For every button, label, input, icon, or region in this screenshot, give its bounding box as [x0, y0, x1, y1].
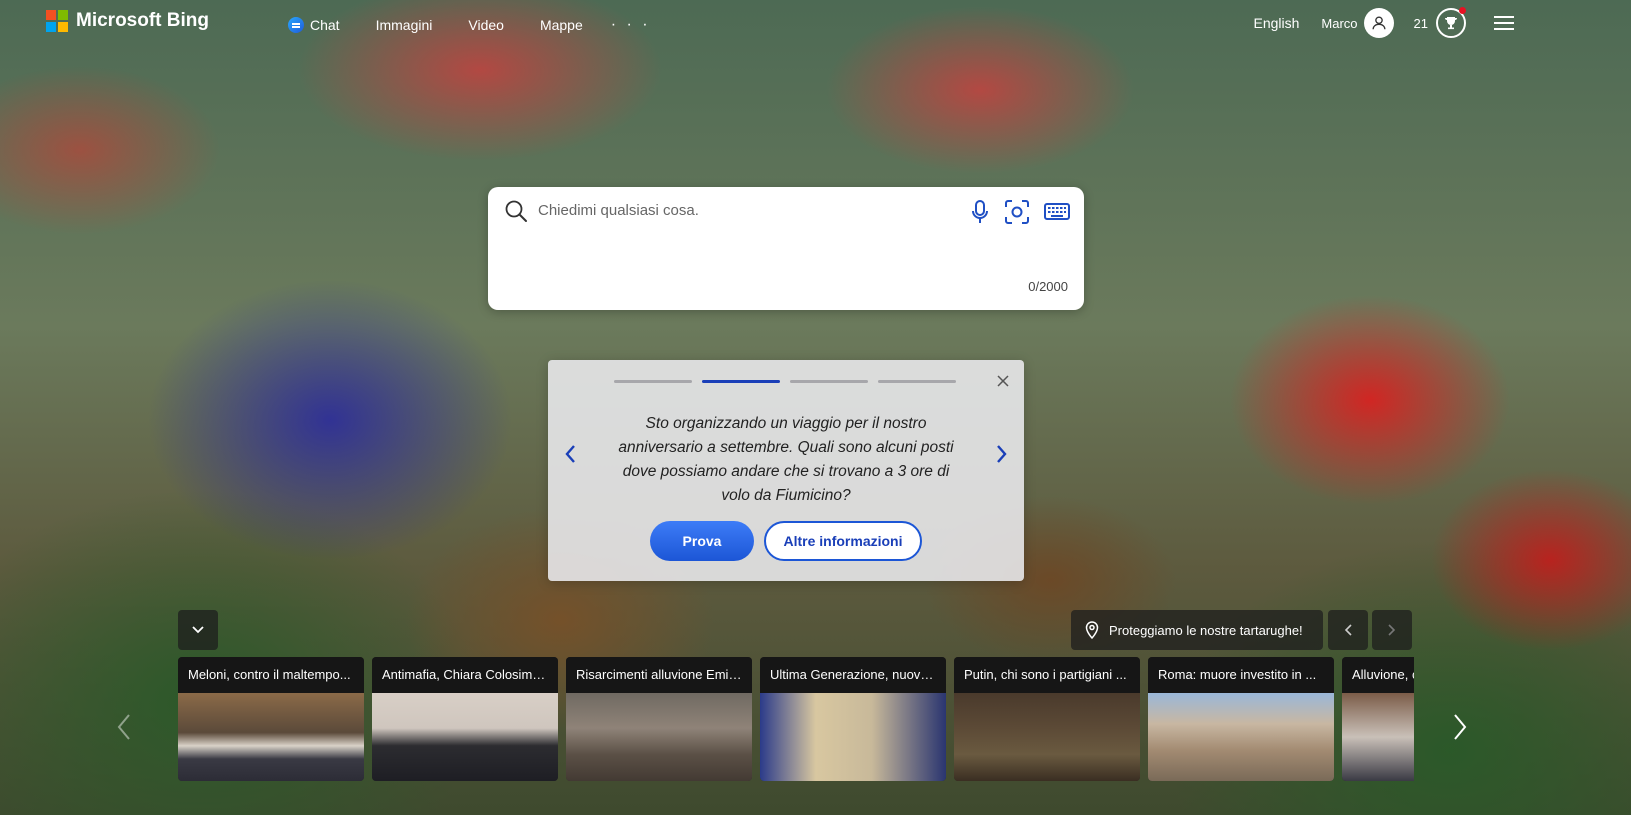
suggestion-card: Sto organizzando un viaggio per il nostr…	[548, 360, 1024, 581]
news-card[interactable]: Putin, chi sono i partigiani ...	[954, 657, 1140, 781]
nav-item-chat[interactable]: Chat	[270, 13, 358, 37]
search-box: 0/2000	[488, 187, 1084, 310]
nav-item-images[interactable]: Immagini	[358, 13, 451, 37]
news-title: Putin, chi sono i partigiani ...	[954, 657, 1140, 693]
image-info-label: Proteggiamo le nostre tartarughe!	[1109, 622, 1303, 638]
news-card[interactable]: Risarcimenti alluvione Emili...	[566, 657, 752, 781]
search-icon	[505, 200, 527, 222]
nav-item-label: Chat	[310, 17, 340, 33]
learn-more-button[interactable]: Altre informazioni	[764, 521, 922, 561]
header-right: English Marco 21	[1253, 7, 1631, 38]
collapse-news-button[interactable]	[178, 610, 218, 650]
news-title: Ultima Generazione, nuovo...	[760, 657, 946, 693]
carousel-progress	[614, 380, 956, 383]
character-counter: 0/2000	[1028, 279, 1068, 294]
chevron-left-icon[interactable]	[564, 444, 578, 464]
news-card[interactable]: Alluvione, c	[1342, 657, 1414, 781]
rewards-button[interactable]	[1436, 7, 1466, 38]
news-card[interactable]: Roma: muore investito in ...	[1148, 657, 1334, 781]
news-card[interactable]: Antimafia, Chiara Colosimo...	[372, 657, 558, 781]
user-name[interactable]: Marco	[1321, 16, 1357, 31]
search-tools	[970, 199, 1070, 225]
chat-icon	[288, 17, 304, 33]
location-pin-icon	[1085, 621, 1099, 639]
rewards-points[interactable]: 21	[1414, 16, 1428, 31]
news-title: Risarcimenti alluvione Emili...	[566, 657, 752, 693]
suggestion-prompt: Sto organizzando un viaggio per il nostr…	[618, 415, 954, 504]
hamburger-menu-icon[interactable]	[1494, 12, 1514, 34]
progress-step-active[interactable]	[702, 380, 780, 383]
nav-item-label: Mappe	[539, 17, 583, 33]
trophy-icon	[1445, 17, 1457, 30]
news-image	[372, 693, 558, 781]
news-carousel: Meloni, contro il maltempo... Antimafia,…	[178, 657, 1414, 781]
more-menu-button[interactable]: · · ·	[601, 16, 661, 34]
news-next-icon[interactable]	[1452, 712, 1468, 742]
image-info-button[interactable]: Proteggiamo le nostre tartarughe!	[1071, 610, 1323, 650]
close-icon[interactable]	[996, 374, 1010, 388]
visual-search-icon[interactable]	[1004, 199, 1030, 225]
progress-step[interactable]	[614, 380, 692, 383]
notification-dot	[1459, 7, 1466, 14]
news-card[interactable]: Meloni, contro il maltempo...	[178, 657, 364, 781]
news-title: Meloni, contro il maltempo...	[178, 657, 364, 693]
progress-step[interactable]	[878, 380, 956, 383]
chevron-left-icon	[1344, 624, 1352, 636]
news-image	[178, 693, 364, 781]
user-icon	[1372, 16, 1386, 30]
brand-name: Microsoft Bing	[76, 10, 209, 31]
news-image	[1342, 693, 1414, 781]
try-button[interactable]: Prova	[650, 521, 754, 561]
news-card[interactable]: Ultima Generazione, nuovo...	[760, 657, 946, 781]
top-nav: Chat Immagini Video Mappe · · ·	[270, 13, 661, 37]
next-image-button[interactable]	[1372, 610, 1412, 650]
news-image	[566, 693, 752, 781]
search-input[interactable]	[536, 201, 940, 220]
news-image	[1148, 693, 1334, 781]
chevron-down-icon	[192, 626, 204, 634]
nav-item-label: Video	[468, 17, 504, 33]
nav-item-video[interactable]: Video	[450, 13, 522, 37]
chevron-right-icon	[1388, 624, 1396, 636]
suggestion-actions: Prova Altre informazioni	[548, 521, 1024, 561]
avatar[interactable]	[1363, 8, 1394, 38]
news-title: Alluvione, c	[1342, 657, 1414, 693]
previous-image-button[interactable]	[1328, 610, 1368, 650]
language-link[interactable]: English	[1253, 15, 1299, 31]
microsoft-logo-icon	[46, 10, 68, 32]
news-title: Antimafia, Chiara Colosimo...	[372, 657, 558, 693]
progress-step[interactable]	[790, 380, 868, 383]
bing-logo[interactable]: Microsoft Bing	[46, 10, 209, 32]
nav-item-label: Immagini	[375, 17, 433, 33]
news-image	[760, 693, 946, 781]
news-prev-icon[interactable]	[116, 712, 132, 742]
microphone-icon[interactable]	[970, 199, 990, 225]
keyboard-icon[interactable]	[1044, 202, 1070, 222]
news-image	[954, 693, 1140, 781]
chevron-right-icon[interactable]	[994, 444, 1008, 464]
nav-item-maps[interactable]: Mappe	[522, 13, 601, 37]
news-title: Roma: muore investito in ...	[1148, 657, 1334, 693]
